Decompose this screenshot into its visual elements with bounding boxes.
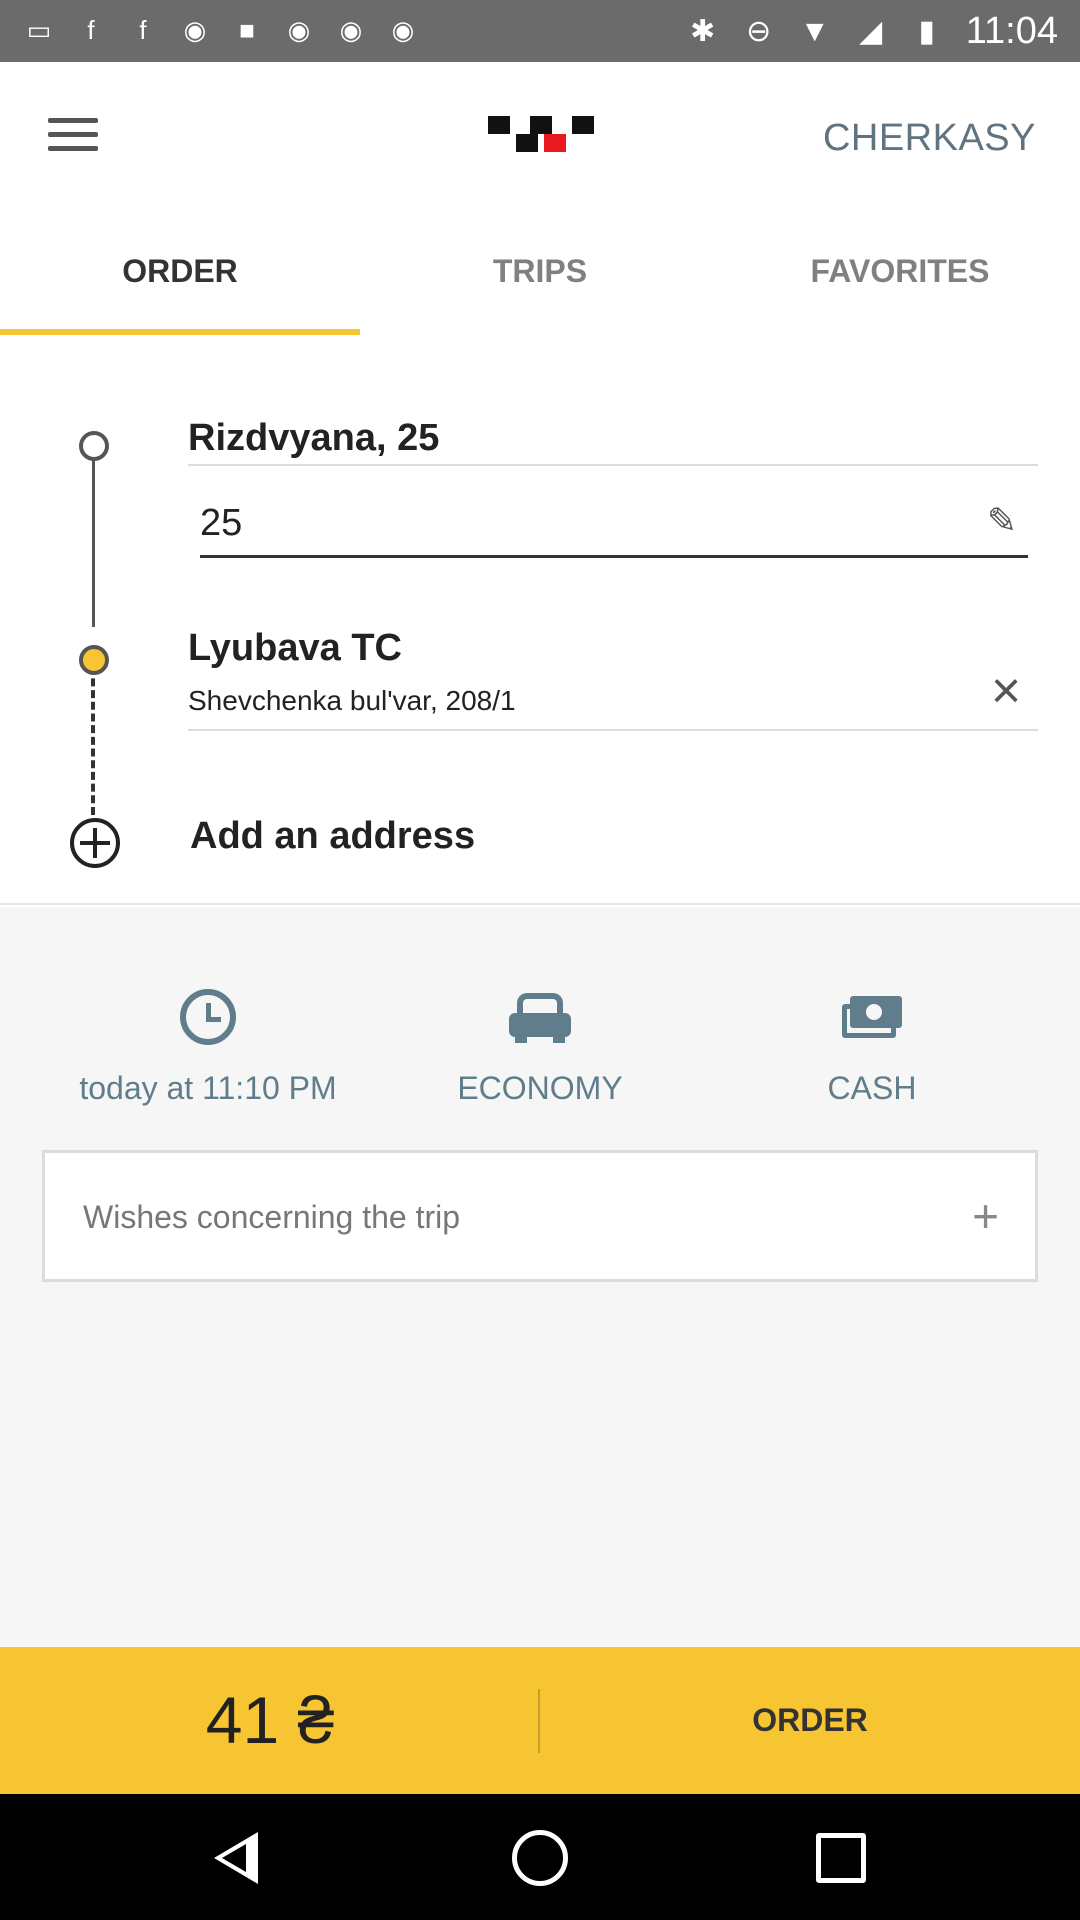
abc13-icon: ◉: [391, 14, 415, 45]
origin-address[interactable]: Rizdvyana, 25: [188, 417, 439, 460]
route-panel: Rizdvyana, 25 25 ✎ Lyubava TC Shevchenka…: [0, 337, 1080, 905]
time-label: today at 11:10 PM: [79, 1070, 337, 1106]
active-tab-indicator: [0, 329, 360, 335]
image-icon: ■: [239, 14, 255, 45]
abc13-icon: ◉: [183, 14, 207, 45]
tab-order[interactable]: ORDER: [0, 253, 360, 290]
city-selector[interactable]: CHERKASY: [823, 117, 1036, 160]
tariff-label: ECONOMY: [457, 1070, 623, 1106]
wifi-icon: ▼: [799, 14, 830, 48]
destination-title[interactable]: Lyubava TC: [188, 627, 402, 670]
system-nav-bar: [0, 1794, 1080, 1920]
time-option[interactable]: today at 11:10 PM: [28, 982, 388, 1107]
menu-icon[interactable]: [48, 118, 98, 154]
divider: [188, 464, 1038, 466]
do-not-disturb-icon: ⊖: [746, 15, 772, 48]
status-bar: ▭ f f ◉ ■ ◉ ◉ ◉ ✱ ⊖ ▼ ◢ ▮ 11:04: [0, 0, 1080, 62]
tab-trips[interactable]: TRIPS: [360, 253, 720, 290]
app-bar: CHERKASY: [0, 62, 1080, 207]
origin-marker-icon: [79, 431, 109, 461]
car-icon: [509, 993, 571, 1043]
house-number-input[interactable]: 25: [200, 502, 242, 545]
clock-icon: [180, 989, 236, 1045]
cash-icon: [842, 996, 902, 1038]
add-wish-plus-icon[interactable]: +: [972, 1189, 999, 1243]
battery-icon: ▮: [918, 15, 935, 48]
divider: [188, 729, 1038, 731]
tab-bar: ORDER TRIPS FAVORITES: [0, 207, 1080, 337]
add-address-button[interactable]: Add an address: [190, 815, 475, 858]
bluetooth-icon: ✱: [690, 15, 716, 48]
home-icon[interactable]: [512, 1830, 568, 1886]
destination-address: Shevchenka bul'var, 208/1: [188, 685, 516, 716]
recent-apps-icon[interactable]: [816, 1833, 866, 1883]
tab-favorites[interactable]: FAVORITES: [720, 253, 1080, 290]
facebook-icon: f: [139, 14, 147, 45]
trip-price: 41 ₴: [205, 1683, 335, 1757]
payment-label: CASH: [827, 1070, 917, 1106]
trip-wishes-field[interactable]: Wishes concerning the trip +: [42, 1150, 1038, 1282]
add-address-icon[interactable]: [70, 818, 120, 868]
tariff-option[interactable]: ECONOMY: [360, 982, 720, 1107]
route-line-dashed: [91, 655, 95, 815]
status-time: 11:04: [965, 10, 1058, 52]
order-button[interactable]: ORDER: [540, 1647, 1080, 1794]
route-line: [92, 447, 95, 627]
abc13-icon: ◉: [287, 14, 311, 45]
abc13-icon: ◉: [339, 14, 363, 45]
remove-destination-close-icon[interactable]: ×: [982, 665, 1030, 717]
signal-icon: ◢: [859, 15, 883, 48]
message-icon: ▭: [26, 14, 52, 45]
taxi-logo-icon: [488, 116, 594, 160]
order-bar: 41 ₴ ORDER: [0, 1647, 1080, 1794]
wishes-placeholder: Wishes concerning the trip: [83, 1199, 461, 1235]
destination-marker-icon: [79, 645, 109, 675]
back-icon[interactable]: [210, 1830, 266, 1886]
input-underline: [200, 555, 1028, 558]
facebook-icon: f: [87, 14, 95, 45]
payment-option[interactable]: CASH: [692, 982, 1052, 1107]
order-options-area: today at 11:10 PM ECONOMY CASH Wishes co…: [0, 907, 1080, 1647]
edit-pencil-icon[interactable]: ✎: [982, 501, 1022, 541]
